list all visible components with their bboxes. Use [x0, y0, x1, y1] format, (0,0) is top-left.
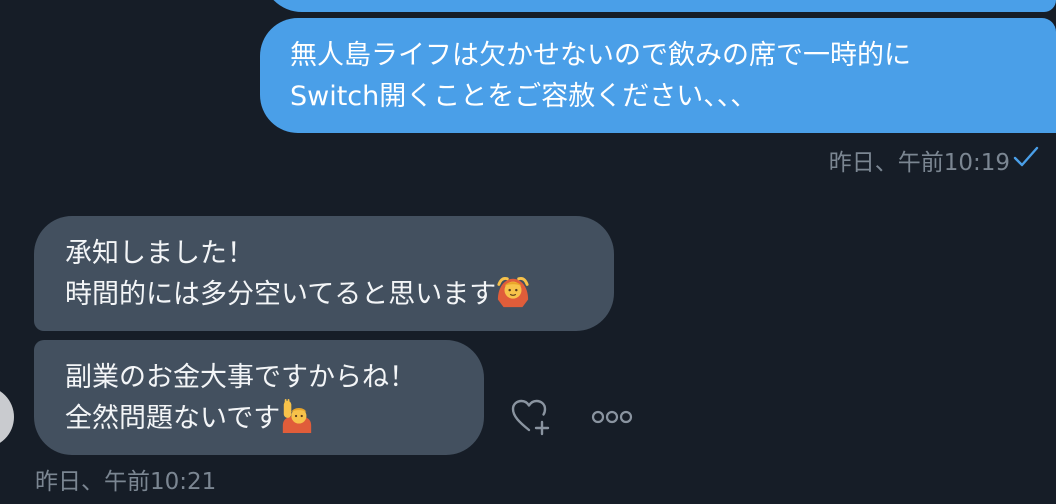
avatar[interactable]: [0, 386, 14, 448]
message-text-line: 全然問題ないです: [65, 398, 484, 439]
sent-timestamp: 昨日、午前10:19: [828, 150, 1010, 176]
person-raising-hand-emoji: [283, 399, 312, 433]
check-icon: [1013, 146, 1039, 167]
dm-conversation: 無人島ライフは欠かせないので飲みの席で一時的に Switch開くことをご容赦くだ…: [0, 0, 1056, 504]
heart-plus-icon: [511, 399, 550, 436]
message-text-line: 時間的には多分空いてると思います: [65, 274, 614, 315]
message-text-line: 副業のお金大事ですからね！: [65, 362, 416, 393]
sent-message-bubble-previous[interactable]: [262, 0, 1056, 12]
message-text-line: 無人島ライフは欠かせないので飲みの席で一時的に: [290, 40, 911, 71]
person-gesturing-ok-emoji: [497, 277, 529, 308]
message-text: 全然問題ないです: [65, 403, 281, 434]
received-message-bubble[interactable]: 承知しました！ 時間的には多分空いてると思います: [34, 216, 614, 331]
received-message-bubble[interactable]: 副業のお金大事ですからね！ 全然問題ないです: [34, 340, 484, 455]
react-button[interactable]: [505, 394, 557, 440]
message-text: 時間的には多分空いてると思います: [65, 279, 497, 310]
more-options-icon: [591, 410, 633, 424]
more-options-button[interactable]: [588, 400, 636, 434]
received-timestamp: 昨日、午前10:21: [35, 469, 217, 495]
message-text-line: 承知しました！: [65, 238, 254, 269]
message-text-line: Switch開くことをご容赦ください、、、: [290, 81, 758, 112]
sent-message-bubble[interactable]: 無人島ライフは欠かせないので飲みの席で一時的に Switch開くことをご容赦くだ…: [260, 18, 1056, 133]
